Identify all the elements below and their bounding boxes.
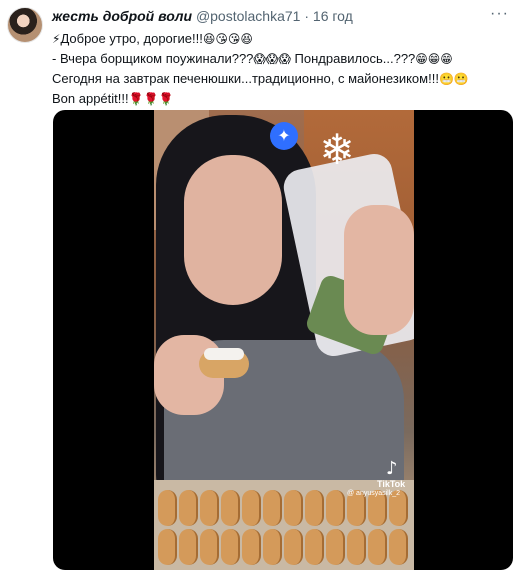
emoji-group: 😆😘😘😆 — [202, 32, 253, 46]
tweet-line: Bon appétit!!!🌹🌹🌹 — [52, 89, 512, 109]
more-options-icon[interactable]: ··· — [490, 6, 508, 23]
tweet-text: ⚡Доброе утро, дорогие!!!😆😘😘😆 - Вчера бор… — [52, 29, 512, 109]
tweet-line: ⚡Доброе утро, дорогие!!!😆😘😘😆 — [52, 29, 512, 49]
cookie — [221, 490, 240, 526]
cookie — [263, 490, 282, 526]
tweet-line-text: Пондравилось...??? — [290, 51, 416, 66]
cookie — [158, 528, 177, 565]
tweet-time[interactable]: 16 год — [313, 8, 353, 24]
tweet-header: жесть доброй воли @postolachka71 · 16 го… — [52, 7, 353, 25]
cookie — [179, 490, 198, 526]
cookie — [179, 528, 198, 565]
person-face — [184, 155, 282, 305]
cookie — [200, 528, 219, 565]
cookie — [347, 528, 366, 565]
video-frame[interactable]: ✦ ❄ ♪ TikTok @ anyusyasilk_2 — [154, 110, 414, 570]
cookie — [284, 528, 303, 565]
tweet-line-text: Сегодня на завтрак печенюшки...традицион… — [52, 71, 439, 86]
author-handle[interactable]: @postolachka71 — [196, 8, 301, 24]
cookie-topping — [204, 348, 244, 360]
cookie — [242, 528, 261, 565]
tiktok-brand: TikTok — [377, 479, 406, 489]
ai-sparkle-icon[interactable]: ✦ — [270, 122, 298, 150]
cookie — [221, 528, 240, 565]
cookie — [305, 490, 324, 526]
tweet-line-text: Bon appétit!!! — [52, 91, 129, 106]
cookie — [389, 528, 408, 565]
cookie — [263, 528, 282, 565]
cookie — [158, 490, 177, 526]
cookie — [368, 528, 387, 565]
tiktok-logo-icon: ♪ — [386, 458, 398, 479]
cookie — [242, 490, 261, 526]
tweet-line-text: Доброе утро, дорогие!!! — [60, 31, 203, 46]
cookie — [326, 528, 345, 565]
tweet-line-text: - Вчера борщиком поужинали??? — [52, 51, 254, 66]
emoji-group: 😁😁😁 — [415, 52, 453, 66]
emoji-group: 🌹🌹🌹 — [128, 92, 174, 106]
author-name[interactable]: жесть доброй воли — [52, 8, 192, 24]
snowflake-decoration-icon: ❄ — [319, 125, 355, 174]
separator: · — [304, 8, 310, 24]
hand-right — [344, 205, 414, 335]
tweet-line: - Вчера борщиком поужинали???😱😱😱 Пондрав… — [52, 49, 512, 69]
emoji-group: 😱😱😱 — [253, 52, 291, 66]
avatar[interactable] — [7, 7, 43, 43]
cookie-row — [158, 490, 410, 565]
cookie — [326, 490, 345, 526]
emoji-group: 😬😬 — [438, 72, 469, 86]
cookie — [200, 490, 219, 526]
cookie — [284, 490, 303, 526]
tweet-line: Сегодня на завтрак печенюшки...традицион… — [52, 69, 512, 89]
tiktok-username: @ anyusyasilk_2 — [347, 490, 401, 497]
cookie — [305, 528, 324, 565]
tweet[interactable]: жесть доброй воли @postolachka71 · 16 го… — [0, 0, 524, 577]
media-container[interactable]: ✦ ❄ ♪ TikTok @ anyusyasilk_2 — [53, 110, 513, 570]
